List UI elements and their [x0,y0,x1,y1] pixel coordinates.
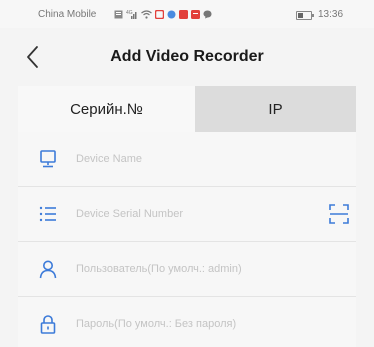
sim-icon [114,10,123,18]
wifi-icon [141,9,152,19]
add-method-tabs: Серийн.№ IP [18,86,356,132]
add-video-recorder-screen: China Mobile 4G 13:36 Add Video Recorder… [0,0,374,347]
tab-ip[interactable]: IP [195,86,356,132]
list-icon [39,206,56,222]
svg-text:4G: 4G [126,10,133,16]
tab-serial-number[interactable]: Серийн.№ [18,86,195,132]
scan-qr-button[interactable] [328,203,350,225]
app-notification-icon [191,9,200,19]
battery-icon [296,11,314,20]
username-input[interactable] [76,256,326,282]
clock: 13:36 [318,9,344,20]
status-icons: 4G [114,8,212,20]
battery-level [298,13,304,18]
app-notification-icon [179,9,188,19]
device-form [18,132,356,347]
qr-scan-icon [329,204,349,224]
user-icon [39,260,57,279]
lock-icon [40,315,56,334]
page-title: Add Video Recorder [110,48,264,65]
app-notification-icon [155,9,164,19]
status-bar: China Mobile 4G 13:36 [0,0,374,28]
serial-number-row [18,187,356,242]
navigation-header: Add Video Recorder [0,28,374,86]
carrier-name: China Mobile [38,9,97,20]
app-notification-icon [167,10,176,18]
serial-number-input[interactable] [76,201,306,227]
device-name-input[interactable] [76,146,326,172]
password-input[interactable] [76,311,326,337]
username-row [18,242,356,297]
device-name-row [18,132,356,187]
signal-icon: 4G [126,10,137,19]
password-row [18,297,356,347]
chat-icon [203,10,212,18]
monitor-icon [40,150,56,168]
